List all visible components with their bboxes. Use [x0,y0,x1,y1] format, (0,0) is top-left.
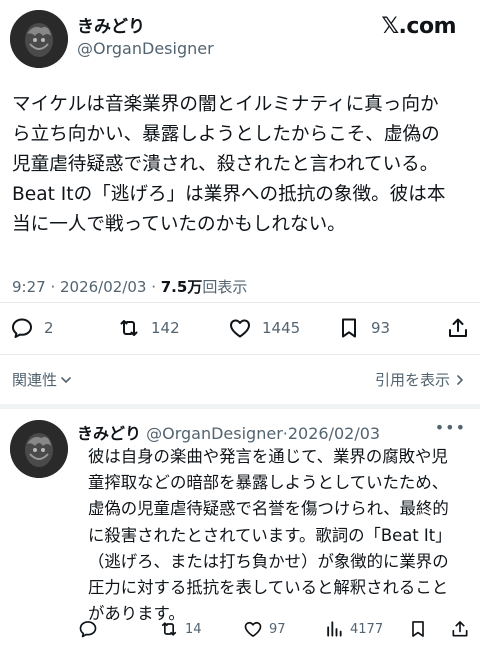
reply-author-handle[interactable]: @OrganDesigner [146,424,283,443]
like-icon [244,621,262,637]
repost-icon [120,320,138,336]
like-button[interactable]: 1445 [228,316,300,340]
reply-author-avatar[interactable] [10,420,68,478]
reply-count: 2 [44,319,54,337]
section-separator [0,404,480,409]
avatar-image [10,420,68,478]
author-name[interactable]: きみどり [77,12,145,37]
share-button[interactable] [446,316,470,340]
reply-repost-count: 14 [185,621,202,637]
views-icon [327,621,342,637]
bookmark-button[interactable]: 93 [337,316,390,340]
reply-share-button[interactable] [450,619,470,639]
reply-author-name[interactable]: きみどり [77,424,141,443]
tweet-text: マイケルは音楽業界の闇とイルミナティに真っ向か ら立ち向かい、暴露しようとしたか… [12,94,446,235]
tweet-time: 9:27 · 2026/02/03 · [12,278,161,296]
repost-button[interactable]: 142 [117,316,180,340]
divider [0,354,480,355]
bookmark-icon [342,318,356,338]
site-logo: 𝕏.com [381,14,456,39]
views-count: 7.5万 [160,278,203,296]
tweet-actions: 2 142 1445 93 [0,316,480,342]
reply-reply-button[interactable] [78,619,98,639]
sort-label: 関連性 [12,371,58,389]
chevron-down-icon [61,377,71,383]
author-handle[interactable]: @OrganDesigner [77,39,214,58]
reply-like-count: 97 [269,621,286,637]
reply-icon [12,318,32,338]
share-icon [452,621,468,637]
reply-button[interactable]: 2 [10,316,54,340]
reply-like-button[interactable]: 97 [243,619,286,639]
sort-dropdown[interactable]: 関連性 [12,369,72,390]
reply-date[interactable]: 2026/02/03 [288,424,380,443]
share-icon [449,318,467,337]
bookmark-count: 93 [371,319,391,337]
like-count: 1445 [262,319,301,337]
avatar-image [10,10,68,68]
reply-bookmark-button[interactable] [408,619,428,639]
repost-count: 142 [151,319,180,337]
quote-label: 引用を表示 [374,371,450,389]
reply-actions: 14 97 4177 [0,619,480,641]
reply-text: 彼は自身の楽曲や発言を通じて、業界の腐敗や児 童搾取などの暗部を暴露しようとして… [88,447,452,624]
reply-views-button[interactable]: 4177 [324,619,383,639]
tweet-meta: 9:27 · 2026/02/03 · 7.5万回表示 [12,276,247,297]
reply-header: きみどり @OrganDesigner·2026/02/03 [77,420,380,444]
like-icon [230,319,250,338]
chevron-right-icon [457,375,463,385]
divider [0,302,480,303]
reply-icon [79,621,97,638]
repost-icon [161,622,177,636]
more-options-button[interactable]: ••• [435,418,466,437]
author-avatar[interactable] [10,10,68,68]
reply-views-count: 4177 [350,621,384,637]
bookmark-icon [412,621,424,637]
views-label: 回表示 [202,278,248,296]
view-quotes-link[interactable]: 引用を表示 [375,369,466,390]
reply-repost-button[interactable]: 14 [159,619,202,639]
